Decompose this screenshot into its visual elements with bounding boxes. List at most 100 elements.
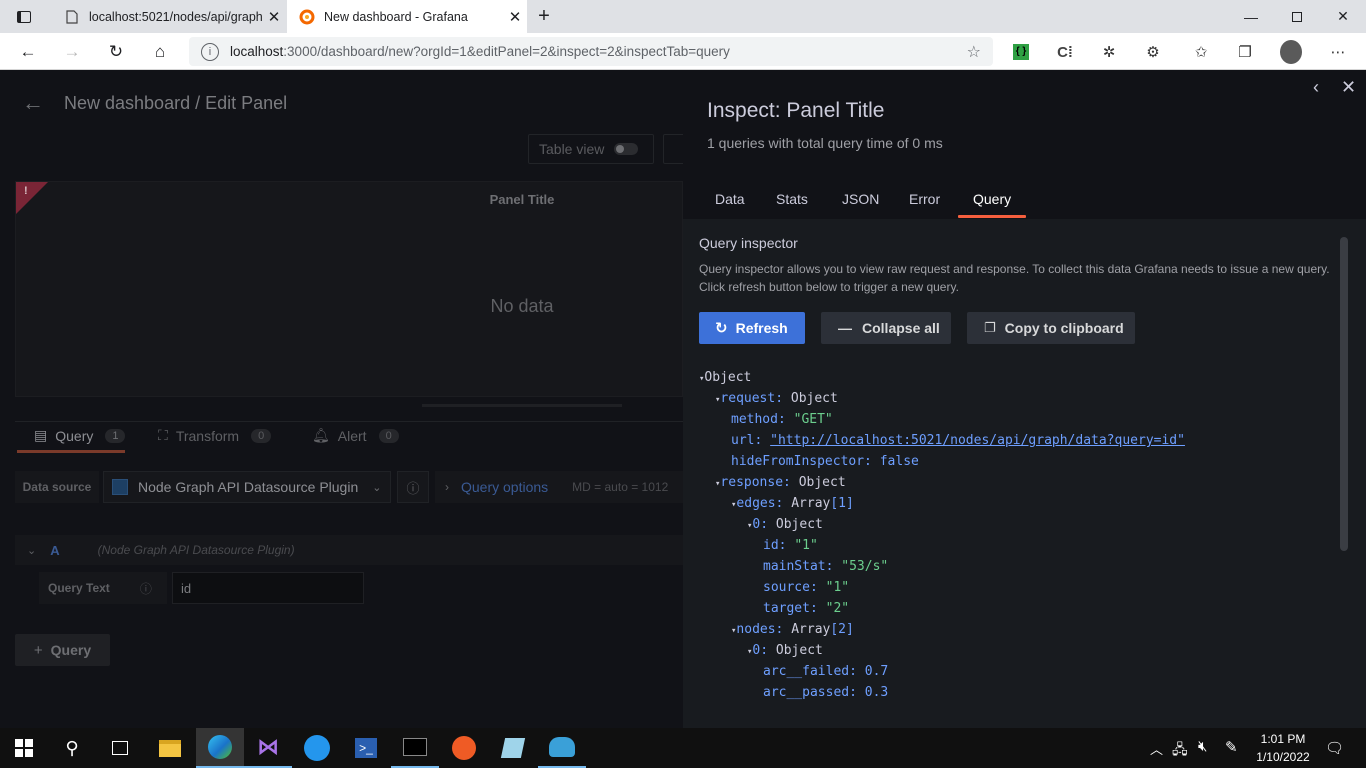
arrow-right-icon: → [63,42,81,61]
query-row-header[interactable]: ⌄ A (Node Graph API Datasource Plugin) [15,535,683,565]
json-extension-icon[interactable]: { } [1010,41,1032,63]
tab-data[interactable]: Data [715,191,745,207]
resize-handle[interactable] [422,404,622,407]
code-extension-icon[interactable]: C⁞ [1054,41,1076,63]
address-bar[interactable]: i localhost:3000/dashboard/new?orgId=1&e… [189,37,993,66]
start-button[interactable] [0,728,48,768]
panel-options-button[interactable] [663,134,683,164]
tree-leaf-method: method: "GET" [731,412,833,427]
browser-tab-graph-api[interactable]: localhost:5021/nodes/api/graph/ ✕ [52,0,286,33]
volume-muted-icon[interactable]: 🔇︎ [1198,738,1207,755]
tab-json[interactable]: JSON [842,191,879,207]
close-window-button[interactable]: ✕ [1320,0,1366,33]
tab-label: Query [55,427,94,444]
url-path: :3000/dashboard/new?orgId=1&editPanel=2&… [283,44,730,59]
extensions-icon[interactable]: ⚙ [1142,41,1164,63]
tree-node-edges[interactable]: ▾edges: Array[1] [731,496,854,511]
browser-tab-grafana[interactable]: New dashboard - Grafana ✕ [287,0,527,33]
favorites-icon[interactable]: ✩ [1190,41,1212,63]
close-tab-icon[interactable]: ✕ [262,8,286,26]
tree-leaf-hide: hideFromInspector: false [731,454,919,469]
profile-avatar[interactable] [1280,40,1302,64]
clock[interactable]: 1:01 PM 1/10/2022 [1250,732,1316,764]
tab-alert[interactable]: 🔔︎ Alert 0 [312,427,399,444]
tree-node-nodes[interactable]: ▾nodes: Array[2] [731,622,854,637]
edge-app[interactable] [196,728,244,768]
tab-transform[interactable]: ⛶ Transform 0 [158,427,272,444]
task-view-button[interactable] [96,728,144,768]
refresh-label: Refresh [735,320,788,336]
more-options-icon[interactable]: ⋯ [1327,41,1349,63]
query-options-toggle[interactable]: › Query options MD = auto = 1012 [435,471,683,503]
close-tab-icon[interactable]: ✕ [503,8,527,26]
notes-app[interactable] [489,728,537,768]
tab-query[interactable]: ▤ Query 1 [34,427,126,444]
tree-node-root[interactable]: ▾Object [699,370,751,385]
query-source-label: (Node Graph API Datasource Plugin) [97,543,295,557]
cloud-gear-icon [549,737,575,757]
docker-app[interactable] [293,728,341,768]
add-query-label: Query [50,642,92,658]
search-button[interactable]: ⚲ [48,728,96,768]
scrollbar-thumb[interactable] [1340,237,1348,551]
tree-node-node-0[interactable]: ▾0: Object [747,643,823,658]
collections-icon[interactable]: ❐ [1234,41,1256,63]
table-view-toggle[interactable]: Table view [528,134,654,164]
pen-icon[interactable]: ✎ [1225,738,1238,756]
clock-time: 1:01 PM [1260,732,1306,746]
tab-error[interactable]: Error [909,191,940,207]
favorite-add-icon[interactable]: ☆ [967,42,981,62]
tree-length: [1] [830,496,854,511]
cloud-app[interactable] [538,728,586,768]
windows-taskbar: ⚲ ⋈ >_ ︿ 🖧 🔇︎ ✎ 1:01 PM 1/10/2022 🗨︎ [0,728,1366,768]
close-icon: ✕ [1337,8,1349,24]
url-link[interactable]: "http://localhost:5021/nodes/api/graph/d… [770,433,1185,448]
tree-leaf-arc-failed: arc__failed: 0.7 [763,664,888,679]
bug-extension-icon[interactable]: ✲ [1098,41,1120,63]
visual-studio-app[interactable]: ⋈ [244,728,292,768]
network-icon[interactable]: 🖧 [1172,739,1188,763]
close-drawer-icon[interactable]: ✕ [1341,77,1356,98]
tab-actions-menu[interactable] [0,0,52,33]
terminal-app[interactable] [391,728,439,768]
restore-button[interactable] [1274,0,1320,33]
data-source-value: Node Graph API Datasource Plugin [138,479,359,495]
refresh-button[interactable]: ↻ Refresh [699,312,805,344]
file-explorer-app[interactable] [146,728,194,768]
postman-app[interactable] [440,728,488,768]
search-icon: ⚲ [65,737,79,758]
tree-node-request[interactable]: ▾request: Object [715,391,838,406]
data-source-picker[interactable]: Node Graph API Datasource Plugin ⌄ [103,471,391,503]
database-icon: ▤ [34,427,48,443]
forward-button[interactable]: → [57,37,87,67]
minimize-button[interactable]: — [1228,0,1274,33]
help-icon[interactable]: ⓘ [397,471,429,503]
add-query-button[interactable]: + Query [15,634,110,666]
tree-type: Object [704,370,752,385]
tree-value: "53/s" [841,559,889,574]
new-tab-button[interactable]: + [530,0,558,33]
info-icon[interactable]: i [201,42,219,61]
tab-stats[interactable]: Stats [776,191,808,207]
tree-node-response[interactable]: ▾response: Object [715,475,846,490]
chevron-up-icon[interactable]: ︿ [1150,739,1163,758]
tree-type: Array [791,496,831,511]
chevron-left-icon[interactable]: ‹ [1313,77,1319,98]
edge-icon [208,735,232,759]
powershell-app[interactable]: >_ [342,728,390,768]
tree-key: target: [763,601,818,616]
active-tab-underline [17,450,125,453]
notifications-icon[interactable]: 🗨︎ [1325,739,1344,757]
back-arrow-icon[interactable]: ← [22,90,44,116]
tab-query[interactable]: Query [973,191,1011,207]
copy-to-clipboard-button[interactable]: ❐ Copy to clipboard [967,312,1135,344]
back-button[interactable]: ← [13,37,43,67]
tree-key: nodes: [736,622,784,637]
no-data-message: No data [490,296,554,316]
query-text-input[interactable]: id [172,572,364,604]
reload-button[interactable]: ↻ [101,37,131,67]
tree-node-edge-0[interactable]: ▾0: Object [747,517,823,532]
collapse-all-button[interactable]: — Collapse all [821,312,951,344]
tree-value: "GET" [793,412,833,427]
home-button[interactable]: ⌂ [145,37,175,67]
